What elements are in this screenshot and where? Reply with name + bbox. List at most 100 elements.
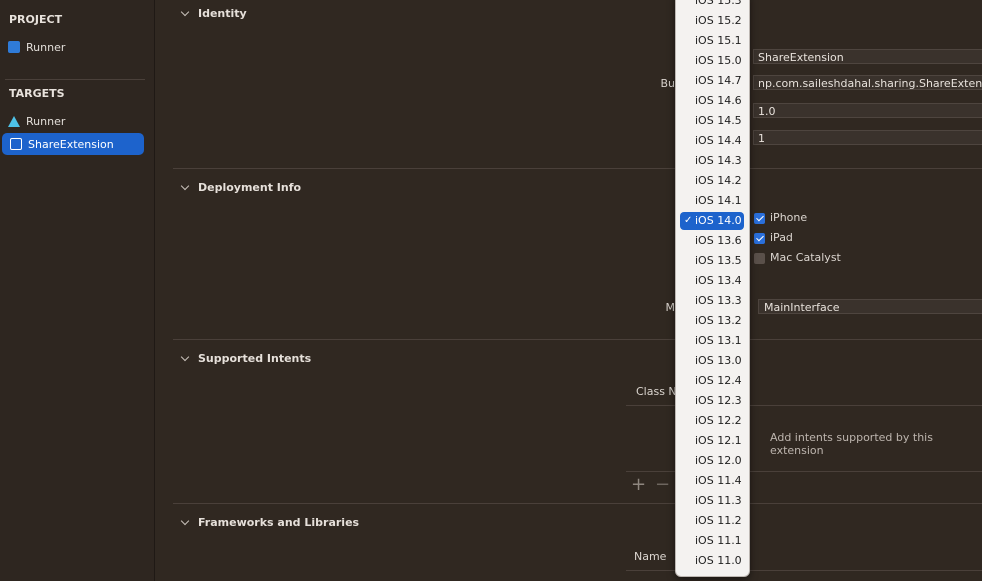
- bundle-identifier-label: Bu: [660, 77, 675, 90]
- menu-item[interactable]: iOS 12.4: [680, 372, 744, 390]
- menu-item-label: iOS 14.7: [695, 74, 742, 87]
- section-frameworks-header[interactable]: Frameworks and Libraries: [180, 516, 360, 529]
- section-divider: [173, 168, 982, 169]
- menu-item-label: iOS 14.1: [695, 194, 742, 207]
- menu-item-label: iOS 11.4: [695, 474, 742, 487]
- section-deployment-header[interactable]: Deployment Info: [180, 181, 301, 194]
- menu-item[interactable]: iOS 15.2: [680, 12, 744, 30]
- section-intents-header[interactable]: Supported Intents: [180, 352, 312, 365]
- menu-item-label: iOS 13.6: [695, 234, 742, 247]
- chevron-down-icon: [180, 352, 190, 362]
- menu-item-label: iOS 11.1: [695, 534, 742, 547]
- targets-header: TARGETS: [9, 87, 65, 100]
- menu-item[interactable]: iOS 12.2: [680, 412, 744, 430]
- menu-item[interactable]: iOS 15.1: [680, 32, 744, 50]
- sidebar: PROJECT Runner TARGETS Runner ShareExten…: [0, 0, 155, 581]
- menu-item-label: iOS 14.3: [695, 154, 742, 167]
- menu-item[interactable]: iOS 13.4: [680, 272, 744, 290]
- chevron-down-icon: [180, 181, 190, 191]
- frameworks-column-header: Name: [634, 550, 667, 563]
- menu-item[interactable]: iOS 14.7: [680, 72, 744, 90]
- sidebar-divider: [5, 79, 145, 80]
- section-divider: [173, 503, 982, 504]
- section-divider: [173, 339, 982, 340]
- menu-item[interactable]: iOS 12.0: [680, 452, 744, 470]
- menu-item-label: iOS 15.2: [695, 14, 742, 27]
- menu-item-label: iOS 12.1: [695, 434, 742, 447]
- menu-item-label: iOS 13.0: [695, 354, 742, 367]
- sidebar-item-label: Runner: [26, 40, 66, 54]
- menu-item-label: iOS 14.5: [695, 114, 742, 127]
- build-field[interactable]: 1: [753, 130, 982, 145]
- menu-item[interactable]: iOS 13.6: [680, 232, 744, 250]
- version-field[interactable]: 1.0: [753, 103, 982, 118]
- menu-item-label: iOS 12.3: [695, 394, 742, 407]
- sidebar-item-target-shareextension[interactable]: ShareExtension: [2, 133, 144, 155]
- chevron-down-icon: [180, 7, 190, 17]
- menu-item-label: iOS 13.4: [695, 274, 742, 287]
- menu-item[interactable]: iOS 11.3: [680, 492, 744, 510]
- menu-item[interactable]: iOS 14.1: [680, 192, 744, 210]
- device-ipad-checkbox[interactable]: iPad: [754, 231, 793, 244]
- remove-intent-button[interactable]: −: [655, 474, 670, 495]
- menu-item-label: iOS 14.2: [695, 174, 742, 187]
- section-identity-header[interactable]: Identity: [180, 7, 247, 20]
- menu-item-label: iOS 13.1: [695, 334, 742, 347]
- device-mac-catalyst-checkbox[interactable]: Mac Catalyst: [754, 251, 841, 264]
- sidebar-item-label: ShareExtension: [28, 137, 114, 151]
- menu-item-label: iOS 13.5: [695, 254, 742, 267]
- add-intent-button[interactable]: +: [631, 474, 646, 495]
- menu-item[interactable]: iOS 11.1: [680, 532, 744, 550]
- menu-item[interactable]: iOS 13.2: [680, 312, 744, 330]
- menu-item[interactable]: iOS 13.3: [680, 292, 744, 310]
- menu-item-label: iOS 12.0: [695, 454, 742, 467]
- flutter-icon: [8, 115, 20, 127]
- checkmark-icon: ✓: [684, 215, 693, 226]
- menu-item-label: iOS 15.3: [695, 0, 742, 7]
- menu-item[interactable]: iOS 14.3: [680, 152, 744, 170]
- menu-item[interactable]: iOS 12.3: [680, 392, 744, 410]
- checkbox-label: iPad: [770, 231, 793, 244]
- sidebar-item-project-runner[interactable]: Runner: [0, 36, 144, 58]
- menu-item[interactable]: iOS 13.5: [680, 252, 744, 270]
- menu-item[interactable]: iOS 15.0: [680, 52, 744, 70]
- checkbox-label: iPhone: [770, 211, 808, 224]
- menu-item[interactable]: ✓ iOS 14.0: [680, 212, 744, 230]
- checkbox-checked-icon: [754, 232, 765, 244]
- checkbox-checked-icon: [754, 212, 765, 224]
- share-extension-icon: [10, 138, 22, 150]
- section-title: Identity: [198, 7, 247, 20]
- menu-item[interactable]: iOS 15.3: [680, 0, 744, 10]
- menu-item-label: iOS 13.2: [695, 314, 742, 327]
- menu-item-label: iOS 11.0: [695, 554, 742, 567]
- menu-item[interactable]: iOS 13.0: [680, 352, 744, 370]
- main-editor: Identity ShareExtension Bu np.com.sailes…: [155, 0, 982, 581]
- menu-item[interactable]: iOS 11.0: [680, 552, 744, 570]
- project-icon: [8, 41, 20, 53]
- section-title: Frameworks and Libraries: [198, 516, 360, 529]
- ios-version-menu: iOS 15.3 iOS 15.2 iOS 15.1 iOS 15.0 iOS 14.7…: [675, 0, 750, 577]
- menu-item[interactable]: iOS 14.5: [680, 112, 744, 130]
- main-interface-select[interactable]: MainInterface: [758, 299, 982, 314]
- menu-item-label: iOS 14.6: [695, 94, 742, 107]
- intents-empty-text: Add intents supported by this extension: [770, 431, 933, 457]
- checkbox-unchecked-icon: [754, 252, 765, 264]
- menu-item-label: iOS 11.2: [695, 514, 742, 527]
- menu-item[interactable]: iOS 11.2: [680, 512, 744, 530]
- menu-item-label: iOS 13.3: [695, 294, 742, 307]
- sidebar-item-label: Runner: [26, 114, 66, 128]
- bundle-identifier-field[interactable]: np.com.saileshdahal.sharing.ShareExtensi…: [753, 75, 982, 90]
- sidebar-item-target-runner[interactable]: Runner: [0, 110, 144, 132]
- display-name-field[interactable]: ShareExtension: [753, 49, 982, 64]
- chevron-down-icon: [180, 516, 190, 526]
- menu-item[interactable]: iOS 12.1: [680, 432, 744, 450]
- menu-item[interactable]: iOS 13.1: [680, 332, 744, 350]
- menu-item[interactable]: iOS 11.4: [680, 472, 744, 490]
- device-iphone-checkbox[interactable]: iPhone: [754, 211, 807, 224]
- menu-item[interactable]: iOS 14.4: [680, 132, 744, 150]
- menu-item[interactable]: iOS 14.2: [680, 172, 744, 190]
- menu-item[interactable]: iOS 14.6: [680, 92, 744, 110]
- section-title: Supported Intents: [198, 352, 312, 365]
- project-header: PROJECT: [9, 13, 63, 26]
- menu-item-label: iOS 11.3: [695, 494, 742, 507]
